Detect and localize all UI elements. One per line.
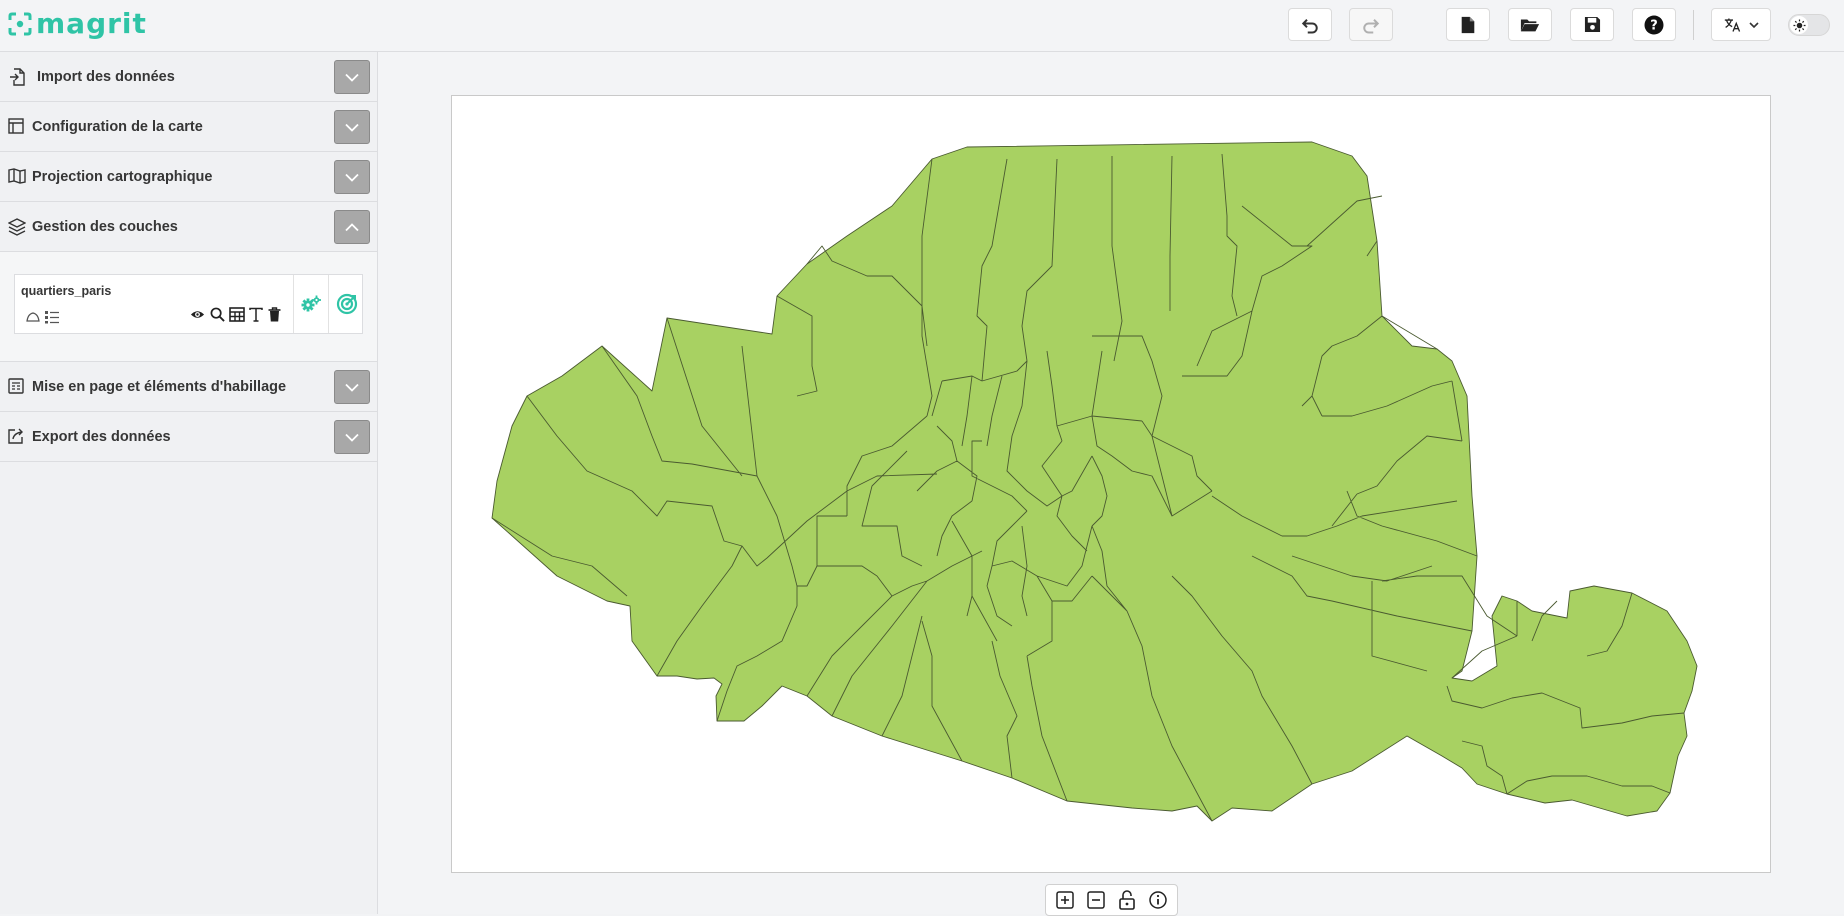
help-button[interactable]: ?	[1632, 8, 1676, 41]
section-projection-title: Projection cartographique	[32, 169, 213, 185]
section-import-title: Import des données	[37, 69, 175, 85]
section-layers-header[interactable]: Gestion des couches	[0, 202, 377, 252]
header-divider	[1693, 10, 1694, 40]
redo-button[interactable]	[1349, 8, 1393, 41]
paris-outline[interactable]	[491, 141, 1698, 822]
cogs-icon[interactable]	[300, 294, 322, 314]
layer-quartiers-paris[interactable]	[491, 141, 1698, 822]
section-config-header[interactable]: Configuration de la carte	[0, 102, 377, 152]
svg-text:?: ?	[1650, 18, 1658, 33]
section-layers-title: Gestion des couches	[32, 219, 178, 235]
undo-button[interactable]	[1288, 8, 1332, 41]
undo-icon	[1301, 18, 1318, 33]
map-controls	[1045, 884, 1178, 916]
sun-icon	[1792, 18, 1806, 32]
section-export-title: Export des données	[32, 429, 171, 445]
polygon-icon	[26, 311, 40, 323]
zoom-out-icon	[1087, 891, 1105, 909]
legend-list-icon[interactable]	[44, 310, 60, 324]
export-icon	[8, 428, 26, 446]
section-layout-title: Mise en page et éléments d'habillage	[32, 379, 287, 395]
magrit-logo-icon	[8, 12, 32, 36]
file-import-icon	[10, 68, 28, 86]
app-name: magrit	[36, 7, 147, 40]
layer-item[interactable]: quartiers_paris	[14, 274, 363, 334]
section-layers-toggle[interactable]	[334, 210, 370, 244]
lock-button[interactable]	[1115, 888, 1139, 912]
question-circle-icon: ?	[1644, 15, 1664, 34]
app-logo: magrit	[8, 10, 147, 38]
zoom-in-icon	[1056, 891, 1075, 909]
save-icon	[1584, 16, 1600, 33]
language-selector[interactable]	[1711, 8, 1771, 41]
chevron-down-icon	[345, 123, 359, 132]
open-project-button[interactable]	[1508, 8, 1552, 41]
section-config-title: Configuration de la carte	[32, 119, 203, 135]
section-layout-toggle[interactable]	[334, 370, 370, 404]
section-export-toggle[interactable]	[334, 420, 370, 454]
top-bar: magrit ?	[0, 0, 1844, 52]
map-icon	[8, 168, 26, 186]
translate-icon	[1724, 17, 1740, 32]
section-import-toggle[interactable]	[334, 60, 370, 94]
map-area	[378, 52, 1844, 916]
new-project-button[interactable]	[1446, 8, 1490, 41]
section-import-header[interactable]: Import des données	[0, 52, 377, 102]
info-icon	[1148, 891, 1167, 909]
section-projection-header[interactable]: Projection cartographique	[0, 152, 377, 202]
zoom-out-button[interactable]	[1084, 888, 1108, 912]
newspaper-icon	[8, 378, 26, 396]
chevron-down-icon	[345, 173, 359, 182]
chevron-down-icon	[1748, 21, 1759, 28]
section-config-toggle[interactable]	[334, 110, 370, 144]
chevron-down-icon	[345, 383, 359, 392]
layer-name: quartiers_paris	[21, 284, 112, 298]
layout-icon	[8, 118, 26, 136]
file-icon	[1461, 16, 1475, 33]
layer-card-divider	[328, 275, 329, 333]
section-layout-header[interactable]: Mise en page et éléments d'habillage	[0, 362, 377, 412]
chevron-down-icon	[345, 433, 359, 442]
layers-panel: quartiers_paris	[0, 252, 377, 362]
trash-icon[interactable]	[268, 307, 281, 322]
info-button[interactable]	[1146, 888, 1170, 912]
unlock-icon	[1119, 890, 1135, 910]
folder-open-icon	[1520, 19, 1540, 31]
eye-icon[interactable]	[190, 307, 205, 322]
chevron-up-icon	[345, 222, 359, 231]
redo-icon	[1363, 18, 1380, 33]
chevron-down-icon	[345, 73, 359, 82]
theme-toggle[interactable]	[1788, 14, 1830, 36]
search-icon[interactable]	[210, 307, 225, 322]
save-project-button[interactable]	[1570, 8, 1614, 41]
text-icon[interactable]	[249, 307, 263, 322]
theme-toggle-knob	[1790, 16, 1808, 34]
map-canvas[interactable]	[451, 95, 1771, 873]
sidebar: Import des données Configuration de la c…	[0, 52, 378, 914]
layer-card-divider	[293, 275, 294, 333]
zoom-in-button[interactable]	[1053, 888, 1077, 912]
layers-icon	[8, 218, 26, 236]
table-icon[interactable]	[229, 307, 245, 322]
map-svg[interactable]	[452, 96, 1770, 872]
section-projection-toggle[interactable]	[334, 160, 370, 194]
target-icon[interactable]	[336, 293, 358, 315]
section-export-header[interactable]: Export des données	[0, 412, 377, 462]
